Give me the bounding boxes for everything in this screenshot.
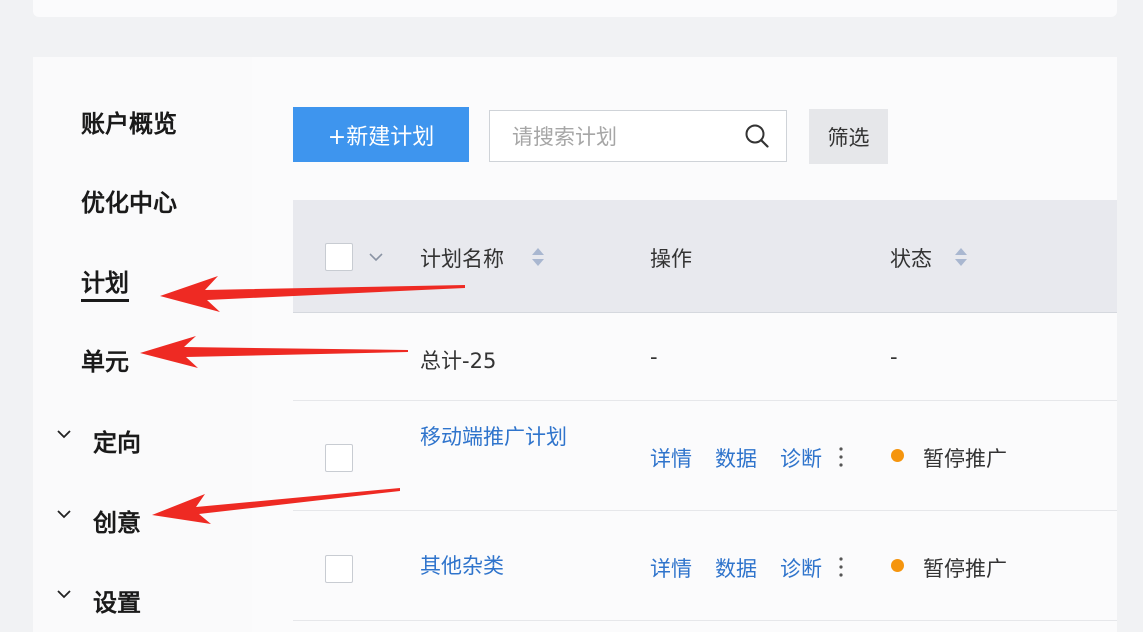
- sidebar-item-label: 设置: [93, 589, 141, 617]
- filter-button[interactable]: 筛选: [809, 109, 888, 164]
- sidebar-item-unit[interactable]: 单元: [81, 342, 129, 377]
- sidebar-item-label: 优化中心: [81, 189, 177, 217]
- summary-total: 总计-25: [420, 349, 497, 373]
- table-row: 移动端推广计划 详情 数据 诊断 暂停推广: [293, 401, 1117, 511]
- plan-name-link[interactable]: 其他杂类: [420, 548, 580, 584]
- summary-row: 总计-25 - -: [293, 313, 1117, 401]
- data-link[interactable]: 数据: [715, 443, 757, 473]
- summary-action: -: [650, 345, 658, 369]
- status-label: 暂停推广: [923, 557, 1007, 581]
- search-input[interactable]: [510, 111, 734, 163]
- sidebar-item-plan[interactable]: 计划: [81, 263, 129, 302]
- summary-status: -: [890, 345, 898, 369]
- status-label: 暂停推广: [923, 447, 1007, 471]
- search-icon[interactable]: [744, 123, 770, 149]
- search-box: [489, 110, 787, 163]
- sidebar-item-account-overview[interactable]: 账户概览: [81, 104, 177, 139]
- sidebar-item-creative[interactable]: 创意: [93, 503, 141, 538]
- sort-icon[interactable]: [954, 246, 968, 268]
- sidebar-item-targeting[interactable]: 定向: [93, 423, 141, 458]
- more-vertical-icon[interactable]: [838, 445, 844, 469]
- status-paused-dot: [891, 559, 904, 572]
- row-checkbox[interactable]: [325, 444, 353, 472]
- column-header-plan-name[interactable]: 计划名称: [420, 243, 504, 273]
- chevron-down-icon[interactable]: [369, 252, 383, 262]
- top-card: [33, 0, 1117, 17]
- data-link[interactable]: 数据: [715, 553, 757, 583]
- chevron-down-icon[interactable]: [57, 427, 71, 441]
- sidebar-item-settings[interactable]: 设置: [93, 583, 141, 618]
- diagnose-link[interactable]: 诊断: [780, 443, 822, 473]
- chevron-down-icon[interactable]: [57, 587, 71, 601]
- content-area: +新建计划 筛选 计划名称 操作 状态: [252, 57, 1117, 632]
- table-header: 计划名称 操作 状态: [293, 200, 1117, 313]
- column-header-action: 操作: [650, 247, 692, 271]
- details-link[interactable]: 详情: [650, 553, 692, 583]
- column-header-status[interactable]: 状态: [890, 243, 932, 273]
- diagnose-link[interactable]: 诊断: [780, 553, 822, 583]
- plan-name-link[interactable]: 移动端推广计划: [420, 419, 580, 455]
- sidebar-item-label: 计划: [81, 269, 129, 302]
- sidebar: 账户概览 优化中心 计划 单元 定向 创意 设置: [33, 57, 252, 632]
- sidebar-item-label: 创意: [93, 509, 141, 537]
- table-row: 其他杂类 详情 数据 诊断 暂停推广: [293, 511, 1117, 621]
- sidebar-item-label: 账户概览: [81, 110, 177, 138]
- more-vertical-icon[interactable]: [838, 555, 844, 579]
- select-all-checkbox[interactable]: [325, 243, 353, 271]
- new-plan-button[interactable]: +新建计划: [293, 107, 469, 162]
- main-card: 账户概览 优化中心 计划 单元 定向 创意 设置 +新建计划 请搜索计划 筛选 …: [33, 57, 1117, 632]
- sort-icon[interactable]: [531, 246, 545, 268]
- row-checkbox[interactable]: [325, 555, 353, 583]
- sidebar-item-label: 定向: [93, 429, 141, 457]
- status-paused-dot: [891, 449, 904, 462]
- sidebar-item-label: 单元: [81, 348, 129, 376]
- sidebar-item-optimization-center[interactable]: 优化中心: [81, 183, 177, 218]
- chevron-down-icon[interactable]: [57, 507, 71, 521]
- details-link[interactable]: 详情: [650, 443, 692, 473]
